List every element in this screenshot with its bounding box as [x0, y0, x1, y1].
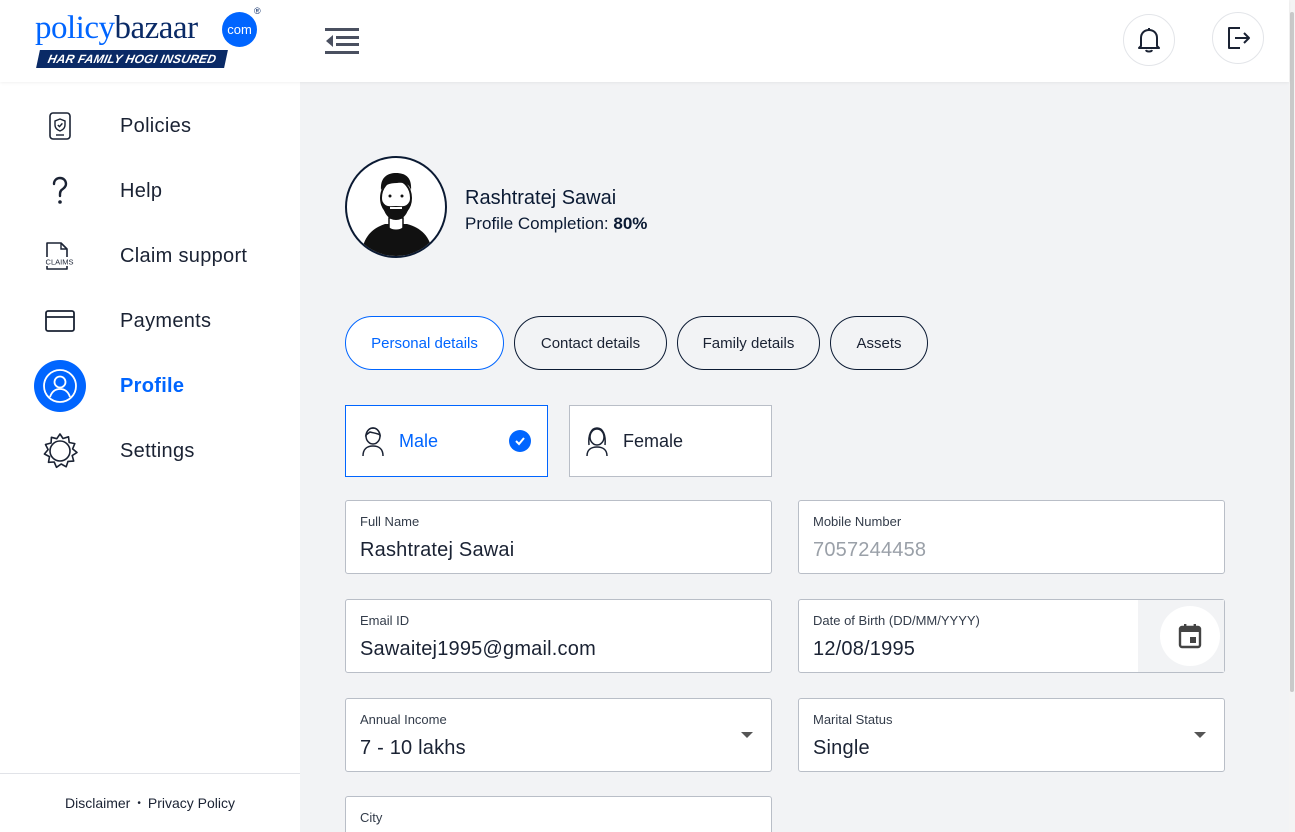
claims-document-icon: CLAIMS: [34, 230, 86, 282]
tab-family-details[interactable]: Family details: [677, 316, 820, 370]
tab-contact-details[interactable]: Contact details: [514, 316, 667, 370]
date-of-birth-field[interactable]: Date of Birth (DD/MM/YYYY) 12/08/1995: [798, 599, 1225, 673]
sidebar-item-settings[interactable]: Settings: [34, 425, 284, 477]
email-label: Email ID: [360, 613, 410, 628]
city-label: City: [360, 810, 383, 825]
question-mark-icon: [34, 165, 86, 217]
city-field[interactable]: City: [345, 796, 772, 832]
marital-status-value: Single: [813, 737, 870, 759]
male-icon: [362, 427, 384, 457]
female-icon: [586, 427, 608, 457]
calendar-zone: [1138, 600, 1224, 672]
full-name-value: Rashtratej Sawai: [360, 539, 515, 561]
email-value: Sawaitej1995@gmail.com: [360, 638, 596, 660]
full-name-field[interactable]: Full Name Rashtratej Sawai: [345, 500, 772, 574]
gender-male-option[interactable]: Male: [345, 405, 548, 477]
logo-registered-mark: ®: [254, 6, 261, 16]
sidebar: Policies Help CLAIMS Claim support Payme…: [0, 82, 300, 832]
footer-separator: •: [137, 797, 141, 809]
privacy-policy-link[interactable]: Privacy Policy: [148, 795, 235, 811]
logout-icon: [1228, 27, 1250, 49]
check-icon: [509, 430, 531, 452]
annual-income-label: Annual Income: [360, 712, 447, 727]
sidebar-item-label: Claim support: [120, 244, 248, 267]
mobile-number-label: Mobile Number: [813, 514, 902, 529]
sidebar-item-policies[interactable]: Policies: [34, 100, 284, 152]
marital-status-label: Marital Status: [813, 712, 893, 727]
top-header: policybazaar com ® HAR FAMILY HOGI INSUR…: [0, 0, 1289, 82]
profile-completion: Profile Completion: 80%: [465, 214, 647, 234]
sidebar-item-profile[interactable]: Profile: [34, 360, 284, 412]
chevron-down-icon: [1194, 732, 1206, 738]
sidebar-item-help[interactable]: Help: [34, 165, 284, 217]
sidebar-item-claim-support[interactable]: CLAIMS Claim support: [34, 230, 284, 282]
annual-income-value: 7 - 10 lakhs: [360, 737, 466, 759]
notifications-button[interactable]: [1123, 14, 1175, 66]
sidebar-item-label: Settings: [120, 439, 195, 462]
sidebar-item-label: Help: [120, 179, 163, 202]
card-icon: [34, 295, 86, 347]
sidebar-item-label: Profile: [120, 374, 185, 397]
sidebar-item-payments[interactable]: Payments: [34, 295, 284, 347]
gear-icon: [34, 425, 86, 477]
annual-income-select[interactable]: Annual Income 7 - 10 lakhs: [345, 698, 772, 772]
chevron-down-icon: [741, 732, 753, 738]
gender-female-label: Female: [623, 430, 684, 451]
svg-text:CLAIMS: CLAIMS: [46, 258, 74, 267]
mobile-number-field[interactable]: Mobile Number 7057244458: [798, 500, 1225, 574]
page-scrollbar[interactable]: [1289, 0, 1295, 832]
scrollbar-thumb[interactable]: [1290, 12, 1294, 692]
full-name-label: Full Name: [360, 514, 420, 529]
policybazaar-logo[interactable]: policybazaar com ® HAR FAMILY HOGI INSUR…: [35, 6, 261, 70]
bell-icon: [1138, 28, 1160, 53]
sidebar-item-label: Payments: [120, 309, 212, 332]
avatar[interactable]: [345, 156, 447, 258]
logo-wordmark: policybazaar: [35, 10, 198, 46]
tab-assets[interactable]: Assets: [830, 316, 928, 370]
disclaimer-link[interactable]: Disclaimer: [65, 795, 130, 811]
calendar-button[interactable]: [1160, 606, 1220, 666]
gender-female-option[interactable]: Female: [569, 405, 772, 477]
marital-status-select[interactable]: Marital Status Single: [798, 698, 1225, 772]
tab-personal-details[interactable]: Personal details: [345, 316, 504, 370]
logout-button[interactable]: [1212, 12, 1264, 64]
date-of-birth-value: 12/08/1995: [813, 638, 916, 660]
logo-tagline: HAR FAMILY HOGI INSURED: [36, 50, 229, 68]
sidebar-footer: Disclaimer • Privacy Policy: [0, 773, 300, 832]
profile-completion-label: Profile Completion:: [465, 214, 609, 233]
profile-name: Rashtratej Sawai: [465, 187, 617, 209]
gender-male-label: Male: [399, 430, 439, 451]
profile-completion-value: 80%: [613, 214, 648, 233]
date-of-birth-label: Date of Birth (DD/MM/YYYY): [813, 613, 980, 628]
mobile-number-value: 7057244458: [813, 539, 927, 561]
calendar-icon: [1178, 624, 1202, 649]
menu-collapse-icon[interactable]: [324, 26, 360, 56]
policy-shield-icon: [34, 100, 86, 152]
logo-com-badge: com: [222, 12, 257, 47]
user-icon: [34, 360, 86, 412]
sidebar-item-label: Policies: [120, 114, 192, 137]
email-field[interactable]: Email ID Sawaitej1995@gmail.com: [345, 599, 772, 673]
